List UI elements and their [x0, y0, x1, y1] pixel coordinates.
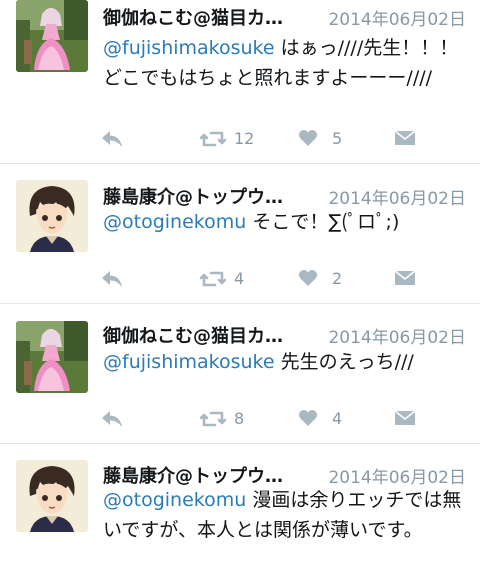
tweet[interactable]: 御伽ねこむ@猫目カ… 2014年06月02日 @fujishimakosuke …	[0, 0, 480, 162]
direct-message-icon	[394, 270, 416, 285]
reply-button[interactable]	[100, 128, 130, 152]
avatar-image	[16, 321, 88, 393]
like-count: 2	[332, 269, 343, 288]
like-count: 5	[332, 129, 343, 148]
tweet[interactable]: 藤島康介@トップウ… 2014年06月02日 @otoginekomu そこで！…	[0, 164, 480, 302]
mention-link[interactable]: @otoginekomu	[103, 489, 246, 511]
reply-icon	[102, 131, 122, 147]
tweet[interactable]: 御伽ねこむ@猫目カ… 2014年06月02日 @fujishimakosuke …	[0, 304, 480, 442]
display-name[interactable]: 御伽ねこむ@猫目カ…	[103, 322, 283, 348]
avatar-image	[16, 460, 88, 532]
mention-link[interactable]: @fujishimakosuke	[103, 351, 275, 373]
retweet-icon	[200, 131, 226, 147]
retweet-count: 8	[234, 409, 245, 428]
retweet-icon	[200, 411, 226, 427]
like-button[interactable]: 2	[298, 268, 348, 292]
retweet-count: 4	[234, 269, 245, 288]
avatar[interactable]	[16, 460, 88, 532]
tweet-text: @fujishimakosuke はぁっ////先生！！！どこでもはちょと照れま…	[103, 33, 468, 93]
direct-message-icon	[394, 410, 416, 425]
retweet-icon	[200, 271, 226, 287]
like-icon	[298, 410, 318, 426]
display-name[interactable]: 藤島康介@トップウ…	[103, 183, 283, 209]
timestamp[interactable]: 2014年06月02日	[328, 323, 466, 348]
like-icon	[298, 130, 318, 146]
tweet-text: @otoginekomu そこで！∑(ﾟロﾟ;)	[103, 207, 468, 237]
tweet-body: 先生のえっち///	[274, 351, 414, 373]
tweet-body: そこで！∑(ﾟロﾟ;)	[246, 211, 400, 233]
avatar-image	[16, 180, 88, 252]
avatar[interactable]	[16, 0, 88, 72]
like-button[interactable]: 5	[298, 128, 348, 152]
direct-message-button[interactable]	[394, 128, 418, 152]
avatar[interactable]	[16, 180, 88, 252]
reply-icon	[102, 271, 122, 287]
like-count: 4	[332, 409, 343, 428]
reply-icon	[102, 411, 122, 427]
avatar[interactable]	[16, 321, 88, 393]
reply-button[interactable]	[100, 268, 130, 292]
like-button[interactable]: 4	[298, 408, 348, 432]
tweet[interactable]: 藤島康介@トップウ… 2014年06月02日 @otoginekomu 漫画は余…	[0, 444, 480, 571]
display-name[interactable]: 御伽ねこむ@猫目カ…	[103, 4, 283, 30]
like-icon	[298, 270, 318, 286]
reply-button[interactable]	[100, 408, 130, 432]
direct-message-button[interactable]	[394, 408, 418, 432]
retweet-button[interactable]: 12	[200, 128, 260, 152]
direct-message-icon	[394, 130, 416, 145]
retweet-button[interactable]: 8	[200, 408, 260, 432]
retweet-button[interactable]: 4	[200, 268, 260, 292]
tweet-text: @fujishimakosuke 先生のえっち///	[103, 347, 468, 377]
retweet-count: 12	[234, 129, 255, 148]
timestamp[interactable]: 2014年06月02日	[328, 5, 466, 30]
avatar-image	[16, 0, 88, 72]
mention-link[interactable]: @otoginekomu	[103, 211, 246, 233]
direct-message-button[interactable]	[394, 268, 418, 292]
mention-link[interactable]: @fujishimakosuke	[103, 37, 275, 59]
timestamp[interactable]: 2014年06月02日	[328, 184, 466, 209]
tweet-text: @otoginekomu 漫画は余りエッチでは無いですが、本人とは関係が薄いです…	[103, 485, 468, 545]
